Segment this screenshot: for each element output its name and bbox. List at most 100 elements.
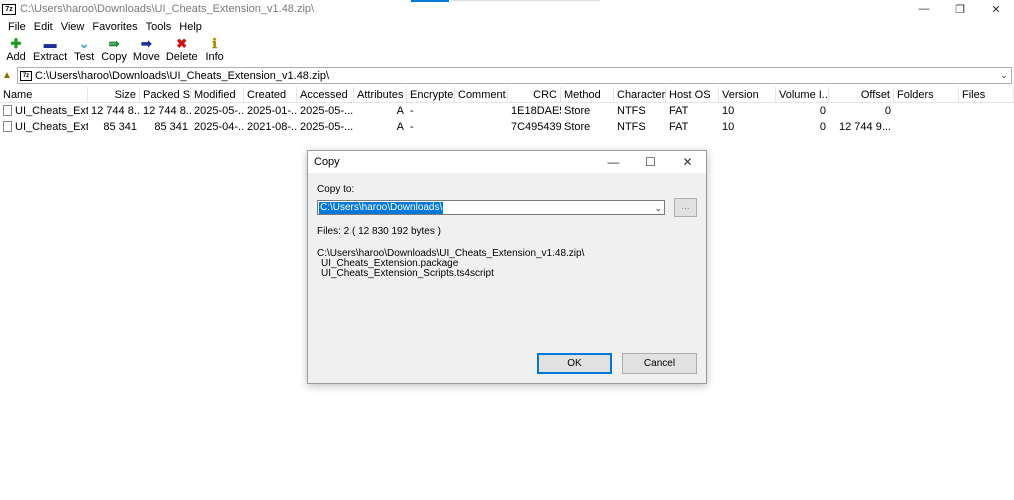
column-header[interactable]: Encrypted bbox=[407, 87, 455, 103]
column-header[interactable]: Version bbox=[719, 87, 776, 103]
toolbar-button-label: Move bbox=[132, 51, 160, 63]
delete-button[interactable]: ✖ Delete bbox=[163, 35, 201, 65]
column-header[interactable]: Size bbox=[88, 87, 140, 103]
info-button[interactable]: ℹ Info bbox=[201, 35, 229, 65]
test-button[interactable]: ⌄ Test bbox=[70, 35, 98, 65]
window-title: C:\Users\haroo\Downloads\UI_Cheats_Exten… bbox=[20, 3, 315, 15]
cell-text: 1E18DAE5 bbox=[511, 105, 561, 117]
table-cell bbox=[959, 119, 1014, 135]
table-cell: 0 bbox=[776, 103, 829, 119]
copy-dialog: Copy — ☐ ✕ Copy to: C:\Users\haroo\Downl… bbox=[307, 150, 707, 384]
table-cell bbox=[455, 119, 508, 135]
copy-to-input[interactable]: C:\Users\haroo\Downloads\ ⌄ bbox=[317, 200, 665, 215]
cell-text: 2025-04-... bbox=[194, 121, 244, 133]
table-cell: A bbox=[354, 103, 407, 119]
table-cell: - bbox=[407, 119, 455, 135]
column-header[interactable]: CRC bbox=[508, 87, 561, 103]
table-cell: 85 341 bbox=[88, 119, 140, 135]
copy-button[interactable]: ⇛ Copy bbox=[98, 35, 130, 65]
column-header[interactable]: Accessed bbox=[297, 87, 354, 103]
menu-edit[interactable]: Edit bbox=[30, 21, 57, 33]
column-header-row: NameSizePacked Si...ModifiedCreatedAcces… bbox=[0, 87, 1014, 103]
table-cell: FAT bbox=[666, 103, 719, 119]
cell-text: UI_Cheats_Exte... bbox=[15, 121, 88, 133]
table-cell: 12 744 9... bbox=[829, 119, 894, 135]
column-header[interactable]: Offset bbox=[829, 87, 894, 103]
table-cell bbox=[894, 103, 959, 119]
cell-text: 10 bbox=[722, 121, 735, 133]
cell-text: 12 744 9... bbox=[839, 121, 891, 133]
cell-text: 2025-01-... bbox=[247, 105, 297, 117]
file-item: UI_Cheats_Extension_Scripts.ts4script bbox=[321, 268, 494, 279]
cell-text: 0 bbox=[819, 105, 826, 117]
folder-up-icon[interactable]: ▲ bbox=[0, 70, 14, 81]
close-icon[interactable]: ✕ bbox=[978, 0, 1014, 18]
delete-icon: ✖ bbox=[176, 35, 188, 51]
restore-icon[interactable]: ❐ bbox=[942, 0, 978, 18]
minimize-icon[interactable]: — bbox=[595, 151, 632, 173]
cell-text: 85 341 bbox=[154, 121, 188, 133]
column-header[interactable]: Modified bbox=[191, 87, 244, 103]
archive-icon: 7z bbox=[20, 70, 32, 81]
move-icon: ➡ bbox=[140, 35, 152, 51]
file-icon bbox=[3, 105, 12, 116]
copy-to-label: Copy to: bbox=[317, 184, 355, 195]
toolbar-button-label: Copy bbox=[101, 51, 127, 63]
menu-bar: File Edit View Favorites Tools Help bbox=[0, 18, 206, 35]
column-header[interactable]: Folders bbox=[894, 87, 959, 103]
cell-text: A bbox=[396, 121, 404, 133]
cancel-button[interactable]: Cancel bbox=[622, 353, 697, 374]
table-cell: 0 bbox=[829, 103, 894, 119]
browse-button[interactable]: ... bbox=[674, 198, 697, 217]
column-header[interactable]: Packed Si... bbox=[140, 87, 191, 103]
title-accent-line bbox=[411, 0, 449, 2]
column-header[interactable]: Created bbox=[244, 87, 297, 103]
cell-text: 7C495439 bbox=[511, 121, 561, 133]
table-row[interactable]: UI_Cheats_Exte... 85 341 85 341 2025-04-...… bbox=[0, 119, 1014, 135]
table-cell: NTFS bbox=[614, 119, 666, 135]
menu-favorites[interactable]: Favorites bbox=[88, 21, 141, 33]
move-button[interactable]: ➡ Move bbox=[130, 35, 163, 65]
cell-text: 0 bbox=[819, 121, 826, 133]
add-button[interactable]: ✚ Add bbox=[2, 35, 30, 65]
menu-file[interactable]: File bbox=[4, 21, 30, 33]
chevron-down-icon[interactable]: ⌄ bbox=[654, 201, 662, 215]
table-cell: 1E18DAE5 bbox=[508, 103, 561, 119]
toolbar-button-label: Extract bbox=[33, 51, 68, 63]
column-header[interactable]: Name bbox=[0, 87, 88, 103]
cell-text: 0 bbox=[884, 105, 891, 117]
column-header[interactable]: Files bbox=[959, 87, 1014, 103]
cell-text: 2021-08-... bbox=[247, 121, 297, 133]
chevron-down-icon[interactable]: ⌄ bbox=[997, 70, 1011, 81]
table-cell: 2025-04-... bbox=[191, 119, 244, 135]
column-header[interactable]: Method bbox=[561, 87, 614, 103]
column-header[interactable]: Character... bbox=[614, 87, 666, 103]
dialog-title-bar: Copy — ☐ ✕ bbox=[308, 151, 706, 173]
table-cell: NTFS bbox=[614, 103, 666, 119]
minimize-icon[interactable]: — bbox=[906, 0, 942, 18]
column-header[interactable]: Host OS bbox=[666, 87, 719, 103]
maximize-icon[interactable]: ☐ bbox=[632, 151, 669, 173]
table-cell bbox=[455, 103, 508, 119]
close-icon[interactable]: ✕ bbox=[669, 151, 706, 173]
column-header[interactable]: Volume I... bbox=[776, 87, 829, 103]
table-cell: 2025-05-... bbox=[191, 103, 244, 119]
address-bar: ▲ 7z C:\Users\haroo\Downloads\UI_Cheats_… bbox=[0, 67, 1014, 84]
table-row[interactable]: UI_Cheats_Exte...12 744 8...12 744 8...2… bbox=[0, 103, 1014, 119]
table-cell bbox=[894, 119, 959, 135]
menu-help[interactable]: Help bbox=[175, 21, 206, 33]
cell-text: 12 744 8... bbox=[91, 105, 140, 117]
ok-button[interactable]: OK bbox=[537, 353, 612, 374]
files-summary: Files: 2 ( 12 830 192 bytes ) bbox=[317, 226, 441, 237]
cell-text: NTFS bbox=[617, 121, 646, 133]
column-header[interactable]: Comment bbox=[455, 87, 508, 103]
extract-button[interactable]: ▬ Extract bbox=[30, 35, 70, 65]
menu-tools[interactable]: Tools bbox=[142, 21, 176, 33]
table-cell: 12 744 8... bbox=[140, 103, 191, 119]
file-list: NameSizePacked Si...ModifiedCreatedAcces… bbox=[0, 87, 1014, 135]
table-cell: A bbox=[354, 119, 407, 135]
address-field[interactable]: 7z C:\Users\haroo\Downloads\UI_Cheats_Ex… bbox=[17, 67, 1012, 84]
table-cell: 85 341 bbox=[140, 119, 191, 135]
column-header[interactable]: Attributes bbox=[354, 87, 407, 103]
menu-view[interactable]: View bbox=[57, 21, 89, 33]
